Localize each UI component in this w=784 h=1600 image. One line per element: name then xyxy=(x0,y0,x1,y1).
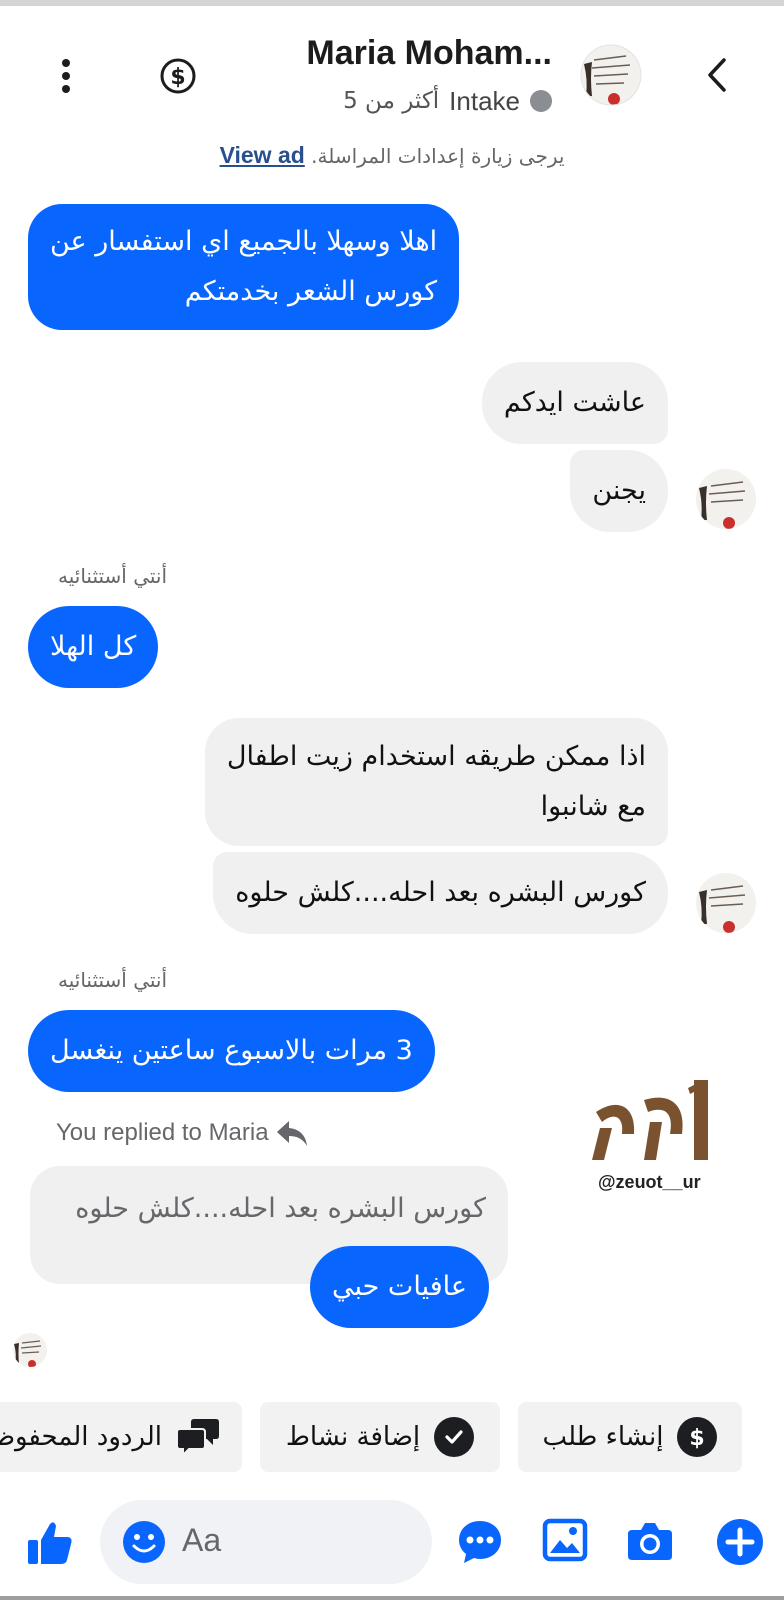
payment-dollar-icon[interactable]: $ xyxy=(160,58,196,94)
message-text: مع شانبوا xyxy=(540,791,646,822)
settings-notice: View ad يرجى زيارة إعدادات المراسلة. xyxy=(0,142,784,169)
replied-to-indicator: You replied to Maria xyxy=(56,1118,309,1148)
watermark-logo xyxy=(590,1078,716,1172)
message-text: اهلا وسهلا بالجميع اي استفسار عن xyxy=(50,226,438,257)
sender-avatar[interactable] xyxy=(695,872,757,934)
chip-label: الردود المحفوظة xyxy=(0,1422,162,1452)
contact-avatar[interactable] xyxy=(580,44,642,106)
view-ad-link[interactable]: View ad xyxy=(220,142,305,168)
chip-label: إنشاء طلب xyxy=(542,1422,664,1452)
more-options-icon[interactable] xyxy=(60,58,72,94)
like-thumbs-up-icon[interactable] xyxy=(26,1518,74,1570)
gallery-image-icon[interactable] xyxy=(542,1518,588,1566)
chat-bubbles-icon xyxy=(176,1417,220,1458)
message-text: 3 مرات بالاسبوع ساعتين ينغسل xyxy=(50,1035,413,1066)
message-bubble-outgoing[interactable]: عافيات حبي xyxy=(310,1246,489,1328)
message-bubble-outgoing[interactable]: كل الهلا xyxy=(28,606,159,688)
sender-name: أنتي أستثنائيه xyxy=(58,564,168,588)
message-bubble-incoming[interactable]: كورس البشره بعد احله....كلش حلوه xyxy=(213,852,668,934)
emoji-icon[interactable] xyxy=(122,1520,166,1568)
message-text: كورس البشره بعد احله....كلش حلوه xyxy=(235,877,646,908)
status-dot-icon xyxy=(530,90,552,112)
saved-replies-icon[interactable] xyxy=(456,1518,504,1570)
message-bubble-incoming[interactable]: عاشت ايدكم xyxy=(481,362,668,444)
message-bubble-incoming[interactable]: يجنن xyxy=(570,450,668,532)
quoted-text: كورس البشره بعد احله....كلش حلوه xyxy=(75,1193,486,1224)
sender-name: أنتي أستثنائيه xyxy=(58,968,168,992)
contact-name[interactable]: Maria Moham... xyxy=(306,34,552,73)
sender-avatar[interactable] xyxy=(695,468,757,530)
svg-text:$: $ xyxy=(170,65,185,90)
add-activity-chip[interactable]: إضافة نشاط xyxy=(260,1402,500,1472)
seen-receipt-avatar xyxy=(12,1332,48,1368)
message-input[interactable] xyxy=(182,1522,412,1559)
label-tag[interactable]: Intake xyxy=(449,86,520,117)
message-text: عافيات حبي xyxy=(332,1271,467,1302)
message-text: كل الهلا xyxy=(50,631,137,662)
message-text: اذا ممكن طريقه استخدام زيت اطفال xyxy=(226,741,646,772)
message-composer[interactable] xyxy=(100,1500,432,1584)
saved-replies-chip[interactable]: الردود المحفوظة xyxy=(0,1402,242,1472)
create-order-chip[interactable]: $ إنشاء طلب xyxy=(518,1402,742,1472)
dollar-icon: $ xyxy=(677,1417,718,1457)
last-active-text: أكثر من 5 xyxy=(343,88,440,114)
status-strip xyxy=(0,0,784,6)
back-chevron-icon[interactable] xyxy=(700,52,736,98)
message-bubble-outgoing[interactable]: 3 مرات بالاسبوع ساعتين ينغسل xyxy=(28,1010,435,1092)
camera-icon[interactable] xyxy=(626,1520,674,1566)
svg-text:$: $ xyxy=(690,1426,705,1450)
message-text: عاشت ايدكم xyxy=(503,387,646,418)
bottom-border xyxy=(0,1596,784,1600)
reply-arrow-icon xyxy=(276,1121,307,1146)
check-circle-icon xyxy=(434,1417,475,1457)
watermark-handle: @zeuot__ur xyxy=(598,1172,701,1192)
contact-status: أكثر من 5 Intake xyxy=(343,84,552,118)
notice-text: يرجى زيارة إعدادات المراسلة. xyxy=(311,144,565,168)
add-plus-icon[interactable] xyxy=(716,1518,764,1570)
replied-label: You replied to Maria xyxy=(56,1119,269,1146)
chip-label: إضافة نشاط xyxy=(285,1422,421,1452)
message-text: كورس الشعر بخدمتكم xyxy=(184,276,438,307)
message-bubble-incoming[interactable]: اذا ممكن طريقه استخدام زيت اطفال مع شانب… xyxy=(204,718,668,846)
message-text: يجنن xyxy=(592,475,646,506)
message-bubble-outgoing[interactable]: اهلا وسهلا بالجميع اي استفسار عن كورس ال… xyxy=(28,204,460,330)
